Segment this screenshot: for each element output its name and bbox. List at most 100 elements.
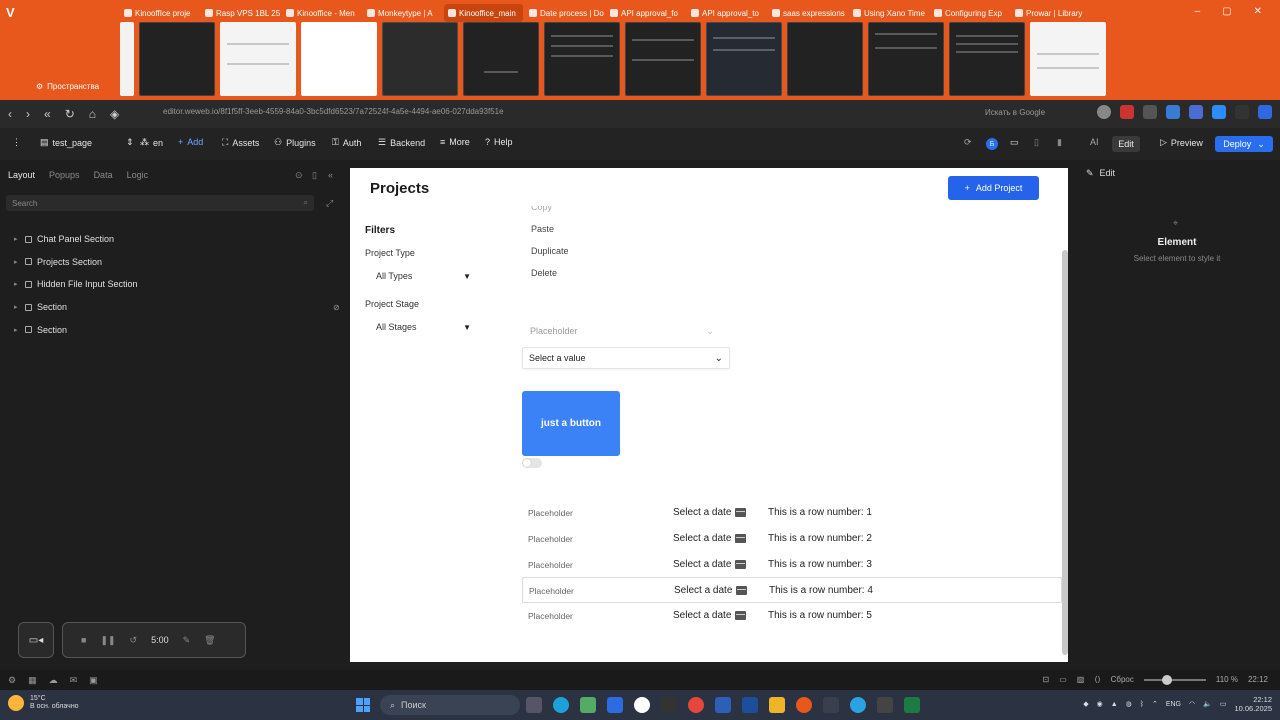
- pen-icon[interactable]: [1143, 105, 1157, 119]
- add-project-button[interactable]: + Add Project: [948, 176, 1039, 200]
- code-icon[interactable]: ⟨⟩: [1094, 675, 1100, 684]
- caret-right-icon[interactable]: ▸: [14, 326, 20, 334]
- mail-icon[interactable]: ✉: [70, 675, 78, 686]
- row-placeholder-input[interactable]: Placeholder: [528, 611, 573, 621]
- tray-app-icon[interactable]: ▲: [1111, 701, 1118, 708]
- menu-item-copy[interactable]: Copy: [531, 206, 552, 212]
- project-stage-select[interactable]: All Stages ▼: [365, 318, 482, 336]
- browser-tab[interactable]: API approval_fo: [606, 4, 685, 22]
- caret-right-icon[interactable]: ▸: [14, 235, 20, 243]
- row-placeholder-input[interactable]: Placeholder: [528, 508, 573, 518]
- url-field[interactable]: editor.weweb.io/8f1f5ff-3eeb-4559-84a0-3…: [163, 107, 504, 116]
- cloud-icon[interactable]: ☁: [49, 675, 58, 686]
- tray-app-icon[interactable]: ◉: [1097, 700, 1103, 708]
- browser-tab[interactable]: saas expressions: [768, 4, 847, 22]
- tree-item-section[interactable]: ▸ Section ⊘: [14, 296, 340, 319]
- page-selector[interactable]: ▤ test_page ⇕: [40, 137, 134, 148]
- browser-tab[interactable]: KinooffIce proje: [120, 4, 199, 22]
- row-placeholder-input[interactable]: Placeholder: [528, 534, 573, 544]
- extension-icon[interactable]: [1189, 105, 1203, 119]
- tab-thumbnail[interactable]: [949, 22, 1025, 96]
- browser-tab[interactable]: Configuring Exp: [930, 4, 1009, 22]
- menu-item-paste[interactable]: Paste: [531, 224, 554, 234]
- browser-tab[interactable]: Using Xano Time: [849, 4, 928, 22]
- forward-icon[interactable]: ›: [26, 107, 30, 121]
- project-type-select[interactable]: All Types ▼: [365, 267, 482, 285]
- maximize-icon[interactable]: ▢: [1222, 6, 1231, 17]
- yandex-icon[interactable]: [634, 697, 650, 713]
- menu-dots-icon[interactable]: ⋮: [12, 137, 21, 148]
- tab-thumbnail[interactable]: [544, 22, 620, 96]
- toggle-switch[interactable]: [522, 458, 542, 468]
- tab-thumbnail[interactable]: [382, 22, 458, 96]
- panel-toggle-icon[interactable]: ⚙: [8, 675, 16, 686]
- camera-toggle[interactable]: ▭◂: [18, 622, 54, 658]
- edit-mode-button[interactable]: Edit: [1112, 136, 1140, 152]
- sync-icon[interactable]: ⟳: [964, 137, 972, 148]
- app-icon[interactable]: [607, 697, 623, 713]
- deploy-button[interactable]: Deploy ⌄: [1215, 136, 1273, 152]
- tablet-view-icon[interactable]: ▯: [1034, 137, 1039, 148]
- tab-layout[interactable]: Layout: [8, 170, 35, 180]
- page-canvas[interactable]: Projects + Add Project Filters Project T…: [350, 168, 1068, 662]
- mobile-view-icon[interactable]: ▮: [1057, 137, 1062, 148]
- tab-thumbnail[interactable]: [220, 22, 296, 96]
- more-button[interactable]: ≡ More: [440, 137, 470, 147]
- placeholder-dropdown[interactable]: Placeholder ⌄: [522, 322, 730, 340]
- profile-avatar-icon[interactable]: [1097, 105, 1111, 119]
- caret-right-icon[interactable]: ▸: [14, 258, 20, 266]
- taskbar-search[interactable]: ⌕ Поиск: [380, 695, 520, 715]
- collapse-panel-icon[interactable]: «: [328, 170, 333, 180]
- tab-thumbnail[interactable]: [463, 22, 539, 96]
- tab-popups[interactable]: Popups: [49, 170, 80, 180]
- canvas-scrollbar[interactable]: [1062, 250, 1068, 655]
- settings-icon[interactable]: [877, 697, 893, 713]
- draw-icon[interactable]: ✎: [183, 635, 191, 646]
- reload-icon[interactable]: ↻: [65, 107, 75, 121]
- auth-button[interactable]: ⚿ Auth: [332, 137, 361, 148]
- backend-button[interactable]: ☰ Backend: [378, 137, 425, 148]
- plugins-button[interactable]: ⚇ Plugins: [274, 137, 316, 148]
- close-icon[interactable]: ✕: [1254, 6, 1262, 17]
- tree-item-projects-section[interactable]: ▸ Projects Section: [14, 251, 138, 274]
- tab-thumbnail[interactable]: [1030, 22, 1106, 96]
- tree-item-chat-panel-section[interactable]: ▸ Chat Panel Section: [14, 228, 138, 251]
- browser-tab[interactable]: Prowar | Library: [1011, 4, 1090, 22]
- tab-thumbnail[interactable]: [625, 22, 701, 96]
- app-icon[interactable]: [661, 697, 677, 713]
- chevron-up-icon[interactable]: ⌃: [1152, 700, 1158, 708]
- tab-thumbnail[interactable]: [120, 22, 134, 96]
- tree-item-hidden-file-input-section[interactable]: ▸ Hidden File Input Section: [14, 273, 138, 296]
- tab-logic[interactable]: Logic: [127, 170, 149, 180]
- help-button[interactable]: ? Help: [485, 137, 513, 147]
- vivaldi-icon[interactable]: [796, 697, 812, 713]
- browser-tab[interactable]: Rasp VPS 1BL 250: [201, 4, 280, 22]
- assets-button[interactable]: ⛶ Assets: [222, 137, 259, 148]
- preview-button[interactable]: ▷ Preview: [1160, 137, 1203, 148]
- vivaldi-logo-icon[interactable]: V: [6, 5, 20, 20]
- extension-icon[interactable]: [1235, 105, 1249, 119]
- weather-widget[interactable]: 15°C В осн. облачно: [8, 695, 79, 711]
- browser-tab[interactable]: Date process | Do: [525, 4, 604, 22]
- windows-start-icon[interactable]: [356, 698, 370, 712]
- just-a-button[interactable]: just a button: [522, 391, 620, 456]
- battery-icon[interactable]: ▭: [1220, 700, 1227, 708]
- caret-right-icon[interactable]: ▸: [14, 280, 20, 288]
- zoom-slider[interactable]: [1143, 674, 1206, 685]
- tiling-icon[interactable]: ▦: [28, 675, 37, 686]
- trash-icon[interactable]: 🗑: [204, 635, 215, 646]
- excel-icon[interactable]: [904, 697, 920, 713]
- browser-tab[interactable]: Kinooffice - Men: [282, 4, 361, 22]
- wifi-icon[interactable]: ◠: [1189, 700, 1195, 708]
- pause-icon[interactable]: ❚❚: [100, 635, 115, 646]
- browser-tab-active[interactable]: Kinooffice_main: [444, 4, 523, 22]
- chrome-icon[interactable]: [688, 697, 704, 713]
- rewind-icon[interactable]: «: [44, 107, 51, 121]
- extension-icon[interactable]: [1212, 105, 1226, 119]
- browser-tab[interactable]: Monkeytype | A: [363, 4, 442, 22]
- capture-icon[interactable]: ⊡: [1043, 675, 1050, 684]
- app-icon[interactable]: [823, 697, 839, 713]
- menu-item-delete[interactable]: Delete: [531, 268, 557, 278]
- date-picker[interactable]: Select a date: [674, 585, 748, 596]
- tab-thumbnail[interactable]: [301, 22, 377, 96]
